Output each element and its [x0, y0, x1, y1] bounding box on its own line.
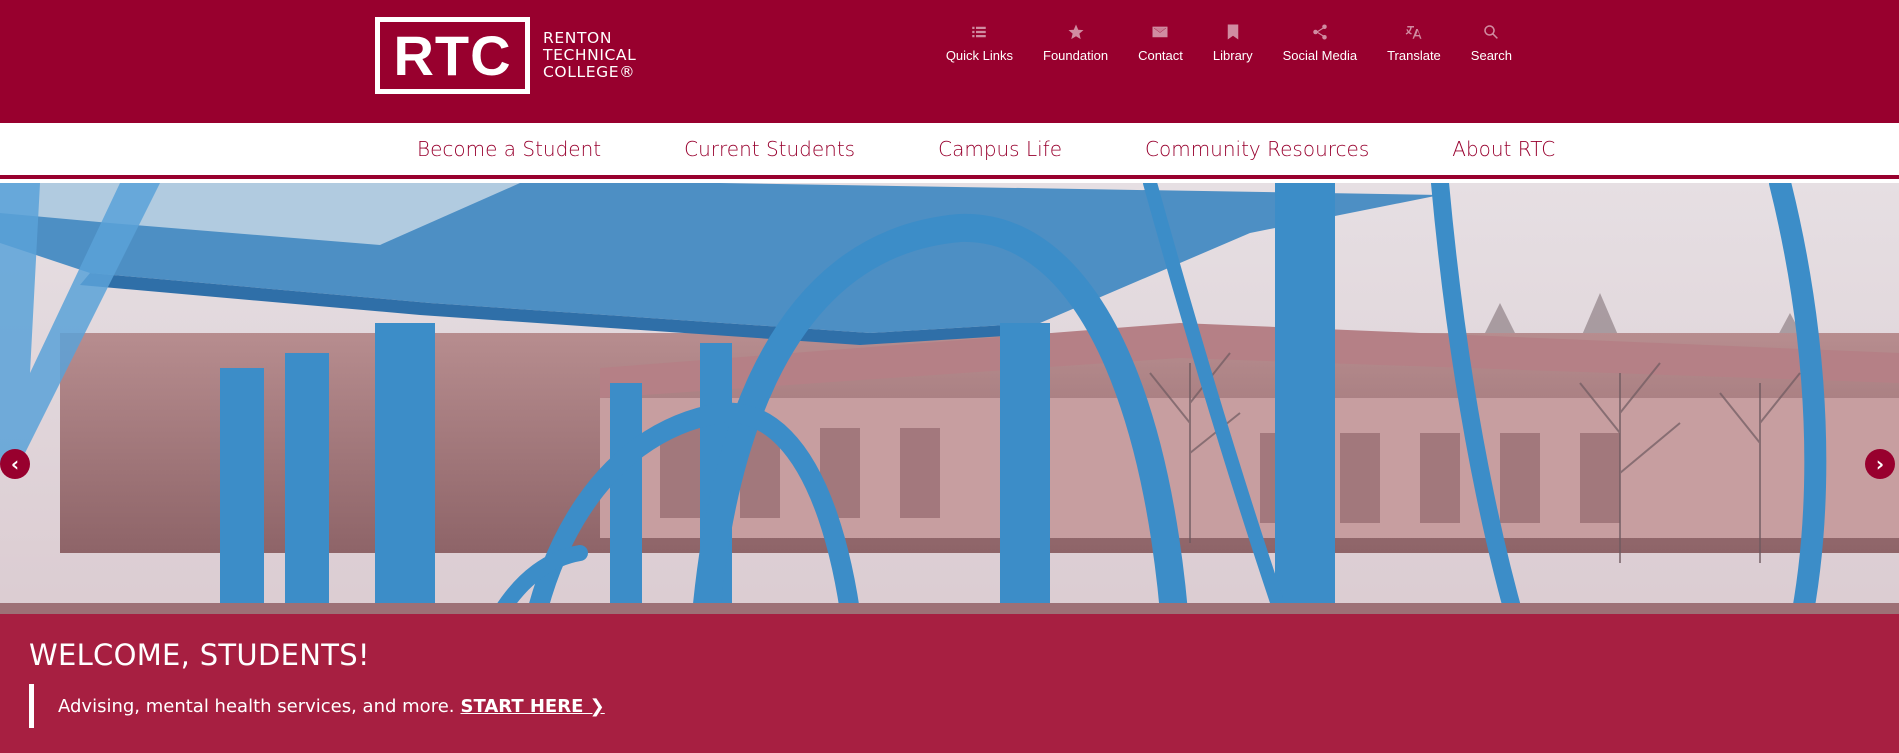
utility-nav: Quick Links Foundation Contact Library S… [946, 22, 1512, 63]
contact-label: Contact [1138, 48, 1183, 63]
logo-line-2: TECHNICAL [543, 46, 637, 64]
nav-current-students[interactable]: Current Students [684, 137, 855, 161]
main-nav-list: Become a Student Current Students Campus… [417, 123, 1555, 175]
foundation-label: Foundation [1043, 48, 1109, 63]
list-icon [969, 22, 989, 42]
site-header: RTC RENTON TECHNICAL COLLEGE® Quick Link… [0, 0, 1899, 123]
foundation-link[interactable]: Foundation [1043, 22, 1108, 63]
rtc-logo[interactable]: RTC RENTON TECHNICAL COLLEGE® [375, 17, 636, 94]
quick-links-link[interactable]: Quick Links [946, 22, 1013, 63]
share-icon [1310, 22, 1330, 42]
main-nav: Become a Student Current Students Campus… [0, 123, 1899, 179]
translate-label: Translate [1387, 48, 1441, 63]
search-link[interactable]: Search [1471, 22, 1512, 63]
chevron-left-icon: ‹ [10, 452, 20, 476]
slider-prev-button[interactable]: ‹ [0, 449, 30, 479]
hero-title: WELCOME, STUDENTS! [29, 638, 370, 672]
library-label: Library [1212, 48, 1253, 63]
mail-icon [1150, 22, 1170, 42]
library-link[interactable]: Library [1213, 22, 1253, 63]
nav-community-resources[interactable]: Community Resources [1145, 137, 1369, 161]
logo-wordmark: RENTON TECHNICAL COLLEGE® [543, 30, 636, 81]
nav-about-rtc[interactable]: About RTC [1452, 137, 1555, 161]
search-icon [1481, 22, 1501, 42]
nav-become-a-student[interactable]: Become a Student [417, 137, 601, 161]
logo-line-3: COLLEGE® [543, 63, 636, 81]
logo-line-1: RENTON [543, 29, 613, 47]
hero-caption: WELCOME, STUDENTS! Advising, mental heal… [0, 614, 1899, 753]
translate-icon [1404, 22, 1424, 42]
bookmark-icon [1223, 22, 1243, 42]
chevron-right-icon: › [1875, 452, 1885, 476]
contact-link[interactable]: Contact [1138, 22, 1183, 63]
social-media-link[interactable]: Social Media [1283, 22, 1357, 63]
logo-mark: RTC [375, 17, 530, 94]
social-media-label: Social Media [1282, 48, 1358, 63]
nav-campus-life[interactable]: Campus Life [938, 137, 1062, 161]
hero-body: Advising, mental health services, and mo… [29, 684, 605, 728]
search-label: Search [1470, 48, 1512, 63]
slider-next-button[interactable]: › [1865, 449, 1895, 479]
star-icon [1066, 22, 1086, 42]
quick-links-label: Quick Links [945, 48, 1014, 63]
translate-link[interactable]: Translate [1387, 22, 1441, 63]
start-here-link[interactable]: START HERE ❯ [461, 696, 605, 717]
hero-slider: ‹ › WELCOME, STUDENTS! Advising, mental … [0, 183, 1899, 753]
hero-body-text: Advising, mental health services, and mo… [58, 695, 455, 717]
